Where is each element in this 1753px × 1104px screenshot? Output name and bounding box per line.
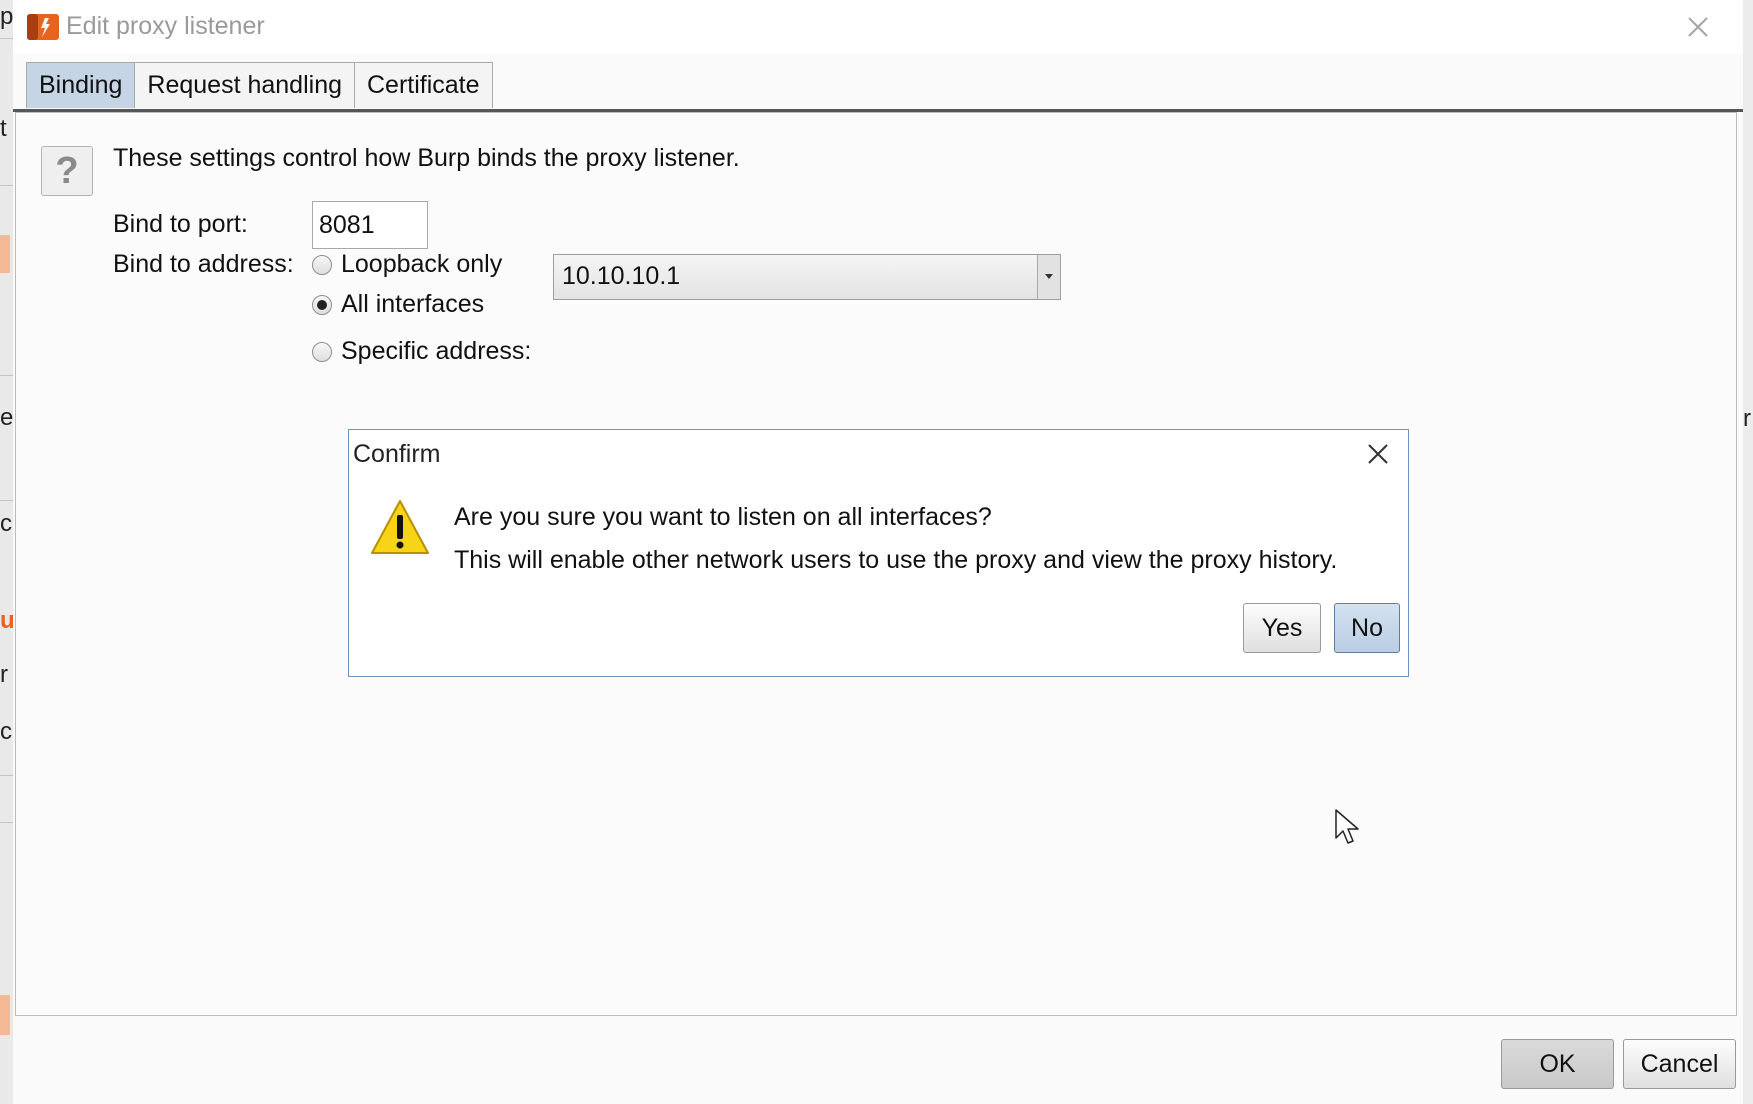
background-text-fragment: u [0, 606, 13, 636]
radio-button[interactable] [312, 341, 332, 362]
address-label: Bind to address: [113, 250, 294, 278]
tab-bar: Binding Request handling Certificate [26, 62, 493, 110]
chevron-down-icon[interactable] [1037, 255, 1060, 299]
radio-all-interfaces[interactable]: All interfaces [312, 290, 484, 319]
warning-icon [371, 500, 429, 554]
background-divider [0, 500, 13, 501]
background-divider [0, 185, 13, 186]
background-divider [0, 775, 13, 776]
dropdown-selected-value: 10.10.10.1 [562, 262, 681, 290]
background-divider [0, 38, 13, 39]
title-bar: Edit proxy listener [13, 0, 1743, 54]
radio-specific-address[interactable]: Specific address: [312, 337, 531, 366]
confirm-message-line1: Are you sure you want to listen on all i… [454, 503, 992, 531]
cancel-button[interactable]: Cancel [1623, 1039, 1736, 1089]
radio-button[interactable] [312, 294, 332, 315]
radio-loopback-only[interactable]: Loopback only [312, 250, 502, 279]
background-text-fragment: e [0, 404, 13, 431]
port-label: Bind to port: [113, 210, 248, 238]
help-button[interactable]: ? [41, 146, 93, 196]
tab-request-handling[interactable]: Request handling [134, 62, 355, 108]
confirm-message-line2: This will enable other network users to … [454, 546, 1338, 574]
tab-certificate[interactable]: Certificate [354, 62, 493, 108]
radio-label: Specific address: [341, 337, 532, 365]
edit-proxy-listener-dialog: Edit proxy listener Binding Request hand… [13, 0, 1743, 1104]
radio-label: All interfaces [341, 290, 485, 318]
no-button[interactable]: No [1334, 603, 1400, 653]
background-app-right-edge: r [1742, 0, 1753, 1104]
background-highlight [0, 235, 10, 273]
background-divider [0, 375, 13, 376]
close-icon[interactable] [1681, 10, 1715, 44]
binding-intro-text: These settings control how Burp binds th… [113, 144, 740, 172]
background-highlight [0, 995, 10, 1035]
radio-button[interactable] [312, 254, 332, 275]
mouse-cursor-icon [1335, 809, 1359, 844]
ok-button[interactable]: OK [1501, 1039, 1614, 1089]
window-title: Edit proxy listener [66, 12, 265, 40]
confirm-title: Confirm [353, 440, 441, 468]
yes-button[interactable]: Yes [1243, 603, 1321, 653]
background-text-fragment: r [0, 661, 8, 688]
port-input[interactable] [312, 201, 428, 249]
background-text-fragment: t [0, 115, 7, 142]
background-text-fragment: c [0, 510, 12, 537]
tab-binding[interactable]: Binding [26, 62, 136, 108]
background-text-fragment: r [1743, 405, 1751, 432]
background-app-edge: p t e c u r c [0, 0, 14, 1104]
confirm-dialog: Confirm Are you sure you want to listen … [348, 429, 1409, 677]
background-text-fragment: p [0, 3, 13, 30]
background-divider [0, 822, 13, 823]
radio-label: Loopback only [341, 250, 503, 278]
specific-address-dropdown[interactable]: 10.10.10.1 [553, 254, 1061, 300]
burp-logo-icon [27, 14, 59, 40]
background-text-fragment: c [0, 718, 12, 745]
close-icon[interactable] [1364, 440, 1392, 468]
